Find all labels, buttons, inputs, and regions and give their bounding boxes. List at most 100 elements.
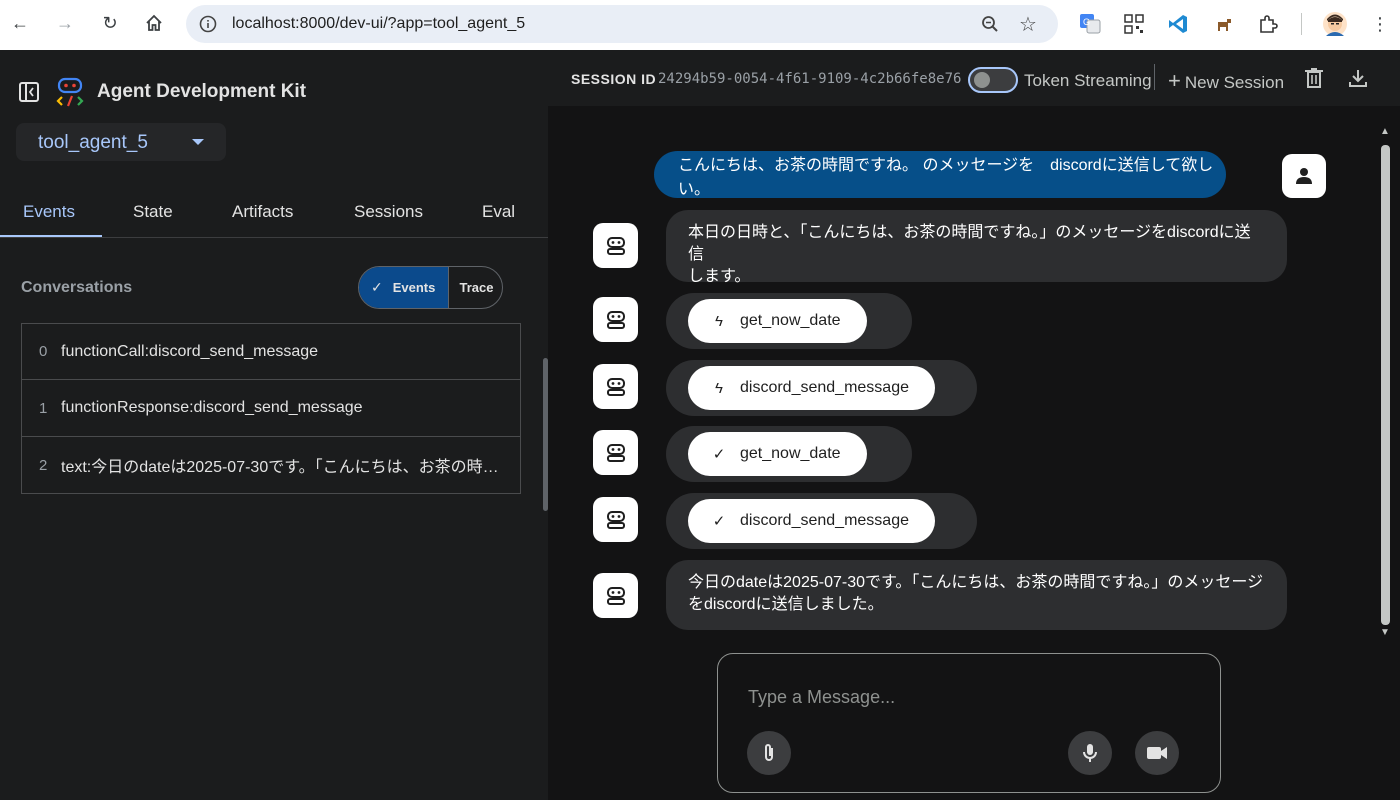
new-session-button[interactable]: + New Session	[1168, 68, 1284, 94]
toggle-knob	[974, 72, 990, 88]
app-selector-value: tool_agent_5	[38, 132, 148, 153]
message-composer: Type a Message...	[717, 653, 1221, 793]
bot-message-bubble: 今日のdateは2025-07-30です。「こんにちは、お茶の時間ですね。」のメ…	[666, 560, 1287, 630]
events-trace-toggle: ✓ Events Trace	[358, 266, 503, 309]
event-row[interactable]: 2 text:今日のdateは2025-07-30です。「こんにちは、お茶の時…	[21, 437, 521, 494]
bot-message-text: します。	[688, 268, 751, 285]
plus-icon: +	[1168, 68, 1181, 93]
tab-artifacts[interactable]: Artifacts	[232, 202, 293, 222]
sidebar-header: Agent Development Kit	[0, 50, 548, 120]
sidebar-tabs: Events State Artifacts Sessions Eval	[0, 190, 548, 238]
check-icon: ✓	[712, 513, 726, 530]
site-info-icon[interactable]	[198, 14, 218, 34]
bot-avatar-icon	[593, 297, 638, 342]
check-icon: ✓	[371, 279, 383, 295]
function-response-chip[interactable]: ✓ get_now_date	[688, 432, 867, 476]
function-call-chip[interactable]: ϟ get_now_date	[688, 299, 867, 343]
chat-messages: こんにちは、お茶の時間ですね。 のメッセージを discordに送信して欲しい。…	[548, 120, 1378, 635]
download-icon[interactable]	[1346, 66, 1370, 90]
trace-view-label: Trace	[459, 280, 494, 295]
tab-state[interactable]: State	[133, 202, 173, 222]
dog-extension-icon[interactable]	[1212, 12, 1236, 36]
bot-avatar-icon	[593, 223, 638, 268]
function-response-bubble: ✓ get_now_date	[666, 426, 912, 482]
event-index: 2	[39, 456, 48, 474]
back-arrow-icon[interactable]: ←	[8, 11, 32, 35]
event-row[interactable]: 0 functionCall:discord_send_message	[21, 323, 521, 380]
bot-avatar-icon	[593, 364, 638, 409]
function-call-bubble: ϟ discord_send_message	[666, 360, 977, 416]
session-id-value: 24294b59-0054-4f61-9109-4c2b66fe8e76	[658, 71, 962, 87]
video-camera-button[interactable]	[1135, 731, 1179, 775]
svg-text:G: G	[1083, 17, 1090, 27]
chat-scrollbar[interactable]	[1381, 145, 1390, 625]
function-name: get_now_date	[740, 445, 841, 462]
user-avatar-icon	[1282, 154, 1326, 198]
translate-extension-icon[interactable]: G	[1078, 12, 1102, 36]
url-text: localhost:8000/dev-ui/?app=tool_agent_5	[232, 15, 526, 32]
app-selector-dropdown[interactable]: tool_agent_5	[16, 123, 226, 161]
function-name: discord_send_message	[740, 512, 909, 529]
function-name: discord_send_message	[740, 379, 909, 396]
session-id-label: SESSION ID	[571, 71, 657, 87]
bolt-icon: ϟ	[715, 312, 723, 330]
bolt-icon: ϟ	[715, 379, 723, 397]
delete-session-icon[interactable]	[1302, 66, 1326, 90]
bookmark-star-icon[interactable]: ☆	[1018, 14, 1038, 36]
token-streaming-label: Token Streaming	[1024, 71, 1152, 90]
trace-view-button[interactable]: Trace	[448, 267, 502, 308]
event-row[interactable]: 1 functionResponse:discord_send_message	[21, 380, 521, 437]
reload-icon[interactable]: ↻	[98, 11, 122, 35]
function-call-chip[interactable]: ϟ discord_send_message	[688, 366, 935, 410]
tab-sessions[interactable]: Sessions	[354, 202, 423, 222]
event-index: 0	[39, 343, 48, 360]
chevron-down-icon	[192, 139, 204, 145]
tab-eval[interactable]: Eval	[482, 202, 515, 222]
forward-arrow-icon[interactable]: →	[53, 11, 77, 35]
profile-avatar[interactable]	[1323, 12, 1347, 36]
events-view-button[interactable]: ✓ Events	[359, 267, 448, 308]
collapse-sidebar-icon[interactable]	[18, 81, 40, 108]
browser-toolbar: ← → ↻ localhost:8000/dev-ui/?app=tool_ag…	[0, 0, 1400, 50]
event-text: text:今日のdateは2025-07-30です。「こんにちは、お茶の時…	[61, 459, 499, 476]
new-session-label: New Session	[1184, 73, 1285, 92]
attach-file-button[interactable]	[747, 731, 791, 775]
browser-menu-icon[interactable]: ⋮	[1368, 12, 1392, 36]
extensions-puzzle-icon[interactable]	[1256, 12, 1280, 36]
bot-message-text: をdiscordに送信しました。	[688, 596, 884, 613]
function-response-chip[interactable]: ✓ discord_send_message	[688, 499, 935, 543]
user-message-bubble: こんにちは、お茶の時間ですね。 のメッセージを discordに送信して欲しい。	[654, 151, 1226, 198]
message-input[interactable]: Type a Message...	[748, 687, 895, 708]
scroll-up-arrow-icon[interactable]: ▲	[1378, 126, 1392, 138]
vscode-extension-icon[interactable]	[1166, 12, 1190, 36]
event-list: 0 functionCall:discord_send_message 1 fu…	[21, 323, 521, 494]
microphone-button[interactable]	[1068, 731, 1112, 775]
bot-message-text: 本日の日時と、「こんにちは、お茶の時間ですね。」のメッセージをdiscordに送…	[688, 224, 1251, 263]
bot-avatar-icon	[593, 497, 638, 542]
home-icon[interactable]	[142, 11, 166, 35]
toolbar-divider	[1301, 13, 1302, 35]
check-icon: ✓	[712, 446, 726, 463]
tab-events[interactable]: Events	[23, 202, 75, 222]
function-call-bubble: ϟ get_now_date	[666, 293, 912, 349]
conversations-heading: Conversations	[21, 279, 133, 296]
zoom-icon[interactable]	[980, 14, 1000, 34]
events-view-label: Events	[392, 280, 436, 295]
header-divider	[1154, 64, 1155, 90]
app-title: Agent Development Kit	[97, 81, 307, 102]
scroll-down-arrow-icon[interactable]: ▼	[1378, 627, 1392, 639]
function-response-bubble: ✓ discord_send_message	[666, 493, 977, 549]
user-message-text: こんにちは、お茶の時間ですね。 のメッセージを discordに送信して欲しい。	[678, 156, 1214, 198]
bot-avatar-icon	[593, 573, 638, 618]
sidebar: Agent Development Kit tool_agent_5 Event…	[0, 50, 548, 800]
adk-logo-icon	[56, 77, 84, 112]
main-panel: SESSION ID 24294b59-0054-4f61-9109-4c2b6…	[548, 50, 1400, 800]
bot-message-bubble: 本日の日時と、「こんにちは、お茶の時間ですね。」のメッセージをdiscordに送…	[666, 210, 1287, 285]
bot-message-text: 今日のdateは2025-07-30です。「こんにちは、お茶の時間ですね。」のメ…	[688, 574, 1264, 591]
address-bar[interactable]: localhost:8000/dev-ui/?app=tool_agent_5 …	[186, 5, 1058, 43]
bot-avatar-icon	[593, 430, 638, 475]
token-streaming-toggle[interactable]	[968, 67, 1018, 93]
active-tab-indicator	[0, 235, 102, 237]
function-name: get_now_date	[740, 312, 841, 329]
qr-code-icon[interactable]	[1122, 12, 1146, 36]
